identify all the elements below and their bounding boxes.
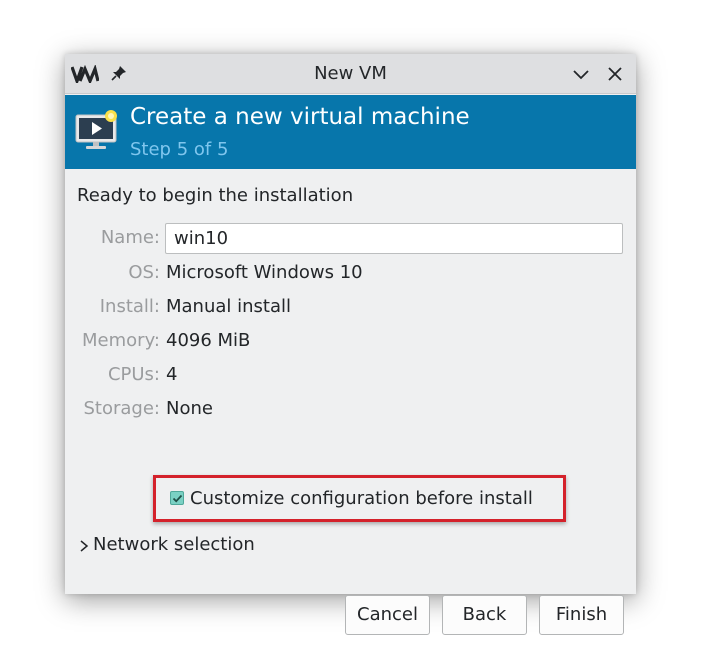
memory-label: Memory: bbox=[82, 330, 160, 351]
wizard-title: Create a new virtual machine bbox=[130, 104, 470, 130]
os-label: OS: bbox=[128, 262, 160, 283]
chevron-right-icon bbox=[80, 540, 89, 552]
name-label: Name: bbox=[100, 227, 160, 248]
storage-value: None bbox=[166, 398, 213, 419]
customize-label[interactable]: Customize configuration before install bbox=[190, 488, 533, 509]
customize-checkbox[interactable] bbox=[170, 491, 184, 505]
install-label: Install: bbox=[99, 296, 160, 317]
back-button[interactable]: Back bbox=[442, 595, 527, 635]
monitor-play-icon bbox=[75, 110, 117, 149]
cpus-value: 4 bbox=[166, 364, 178, 385]
cpus-label: CPUs: bbox=[107, 364, 160, 385]
ready-heading: Ready to begin the installation bbox=[77, 185, 354, 206]
close-icon[interactable] bbox=[603, 62, 627, 86]
cancel-button[interactable]: Cancel bbox=[345, 595, 430, 635]
name-field[interactable] bbox=[165, 223, 623, 254]
wizard-step: Step 5 of 5 bbox=[130, 139, 229, 160]
chevron-down-icon[interactable] bbox=[569, 62, 593, 86]
install-value: Manual install bbox=[166, 296, 292, 317]
storage-label: Storage: bbox=[83, 398, 161, 419]
network-label[interactable]: Network selection bbox=[93, 534, 255, 555]
new-vm-dialog: New VM Create a new virtual machine Step… bbox=[65, 54, 636, 635]
finish-button[interactable]: Finish bbox=[539, 595, 624, 635]
summary-panel: Ready to begin the installation Name: OS… bbox=[65, 169, 636, 635]
memory-value: 4096 MiB bbox=[166, 330, 251, 351]
check-icon bbox=[172, 494, 183, 503]
title-bar: New VM bbox=[65, 54, 636, 94]
window-title: New VM bbox=[314, 63, 387, 84]
wizard-header: Create a new virtual machine Step 5 of 5 bbox=[65, 95, 636, 169]
os-value: Microsoft Windows 10 bbox=[166, 262, 363, 283]
